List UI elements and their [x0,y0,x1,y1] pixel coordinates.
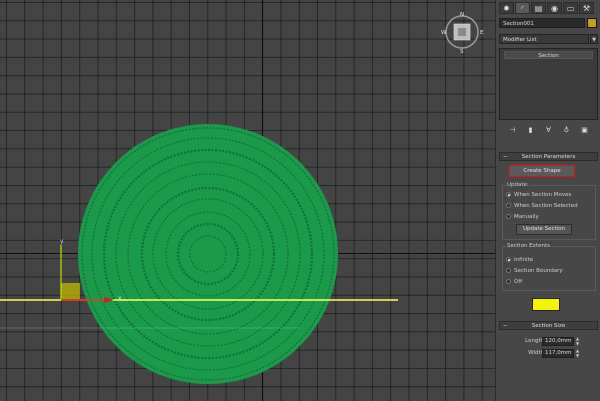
remove-modifier-icon[interactable]: ♁ [562,126,571,135]
command-panel-tabs: ✸ ◜ ▤ ◉ ▭ ⚒ [499,2,598,14]
section-color-swatch[interactable] [532,298,560,311]
gizmo-xy-plane-handle[interactable] [61,283,80,300]
hierarchy-tab-icon[interactable]: ▤ [531,2,546,14]
update-group-label: Update: [506,181,530,189]
radio-unselected-icon [506,203,511,208]
section-size-rollout-header[interactable]: − Section Size [499,321,598,330]
radio-label: When Section Moves [514,191,572,198]
collapse-icon: − [503,323,508,329]
width-spinner-arrows-icon[interactable]: ▲ ▼ [575,348,580,358]
radio-unselected-icon [506,214,511,219]
create-shape-button[interactable]: Create Shape [509,165,575,177]
radio-unselected-icon [506,268,511,273]
display-tab-icon[interactable]: ▭ [563,2,578,14]
collapse-icon: − [503,154,508,160]
radio-label: Section Boundary [514,267,563,274]
stack-toolbar: ⊣ ▮ ∀ ♁ ▣ [499,124,598,136]
radio-selected-icon [506,257,511,262]
object-color-swatch[interactable] [587,18,597,28]
compass-south-label: S [460,49,464,55]
stack-item-section[interactable]: Section [504,51,593,59]
compass-west-label: W [441,30,447,36]
width-input[interactable]: 117,0mm [542,349,574,358]
object-name-field[interactable]: Section001 [499,18,585,28]
length-spinner-arrows-icon[interactable]: ▲ ▼ [575,336,580,346]
disc-body[interactable] [78,124,338,384]
perspective-viewport[interactable]: y x N S E W [0,0,495,401]
section-extents-label: Section Extents [506,242,551,250]
make-unique-icon[interactable]: ∀ [544,126,553,135]
utilities-tab-icon[interactable]: ⚒ [579,2,594,14]
section-parameters-rollout-header[interactable]: − Section Parameters [499,152,598,161]
radio-manually[interactable]: Manually [506,212,539,221]
width-spinner-row: Width: 117,0mm ▲ ▼ [499,348,598,358]
modify-tab-icon[interactable]: ◜ [515,2,530,14]
radio-infinite[interactable]: Infinite [506,255,533,264]
sliced-disc-object[interactable] [78,124,338,384]
compass-east-label: E [480,30,484,36]
radio-label: When Section Selected [514,202,578,209]
gizmo-x-label: x [118,295,122,302]
rollout-title: Section Parameters [521,154,576,160]
motion-tab-icon[interactable]: ◉ [547,2,562,14]
chevron-down-icon[interactable]: ▼ [590,34,598,44]
compass-north-label: N [460,12,464,18]
radio-when-section-moves[interactable]: When Section Moves [506,190,571,199]
update-section-button[interactable]: Update Section [516,224,572,235]
radio-label: Infinite [514,256,534,263]
command-panel: ✸ ◜ ▤ ◉ ▭ ⚒ Section001 Modifier List ▼ S… [495,0,600,401]
radio-selected-icon [506,192,511,197]
length-input[interactable]: 120,0mm [542,337,574,346]
radio-label: Off [514,278,523,285]
viewcube[interactable]: N S E W [441,12,484,55]
configure-sets-icon[interactable]: ▣ [580,126,589,135]
radio-unselected-icon [506,279,511,284]
viewcube-top-face[interactable] [458,28,466,36]
radio-section-boundary[interactable]: Section Boundary [506,266,563,275]
scene-svg: y x N S E W [0,12,484,384]
modifier-list-dropdown[interactable]: Modifier List [499,34,589,44]
modifier-stack: Section [499,48,598,120]
rollout-title: Section Size [531,323,566,329]
gizmo-y-label: y [60,238,64,245]
pin-stack-icon[interactable]: ⊣ [508,126,517,135]
radio-when-section-selected[interactable]: When Section Selected [506,201,578,210]
radio-label: Manually [514,213,539,220]
show-end-result-icon[interactable]: ▮ [526,126,535,135]
create-tab-icon[interactable]: ✸ [499,2,514,14]
length-spinner-row: Length: 120,0mm ▲ ▼ [499,336,598,346]
radio-off[interactable]: Off [506,277,522,286]
